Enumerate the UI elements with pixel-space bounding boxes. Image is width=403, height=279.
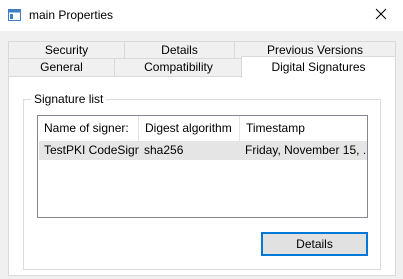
- list-item[interactable]: TestPKI CodeSign sha256 Friday, November…: [39, 141, 367, 160]
- digital-signatures-panel: Signature list Name of signer: Digest al…: [8, 76, 396, 276]
- close-icon: [375, 8, 387, 23]
- tab-label: Compatibility: [144, 60, 213, 74]
- timestamp-cell: Friday, November 15, ...: [245, 143, 367, 157]
- list-header: Name of signer: Digest algorithm Timesta…: [38, 116, 367, 141]
- tab-compatibility[interactable]: Compatibility: [114, 58, 243, 76]
- column-header-timestamp[interactable]: Timestamp: [240, 116, 367, 141]
- tab-label: Digital Signatures: [271, 60, 366, 74]
- properties-dialog: main Properties Security Details Previou…: [0, 0, 403, 279]
- details-button[interactable]: Details: [261, 232, 368, 256]
- signature-list[interactable]: Name of signer: Digest algorithm Timesta…: [37, 115, 368, 218]
- close-button[interactable]: [359, 0, 403, 31]
- digest-cell: sha256: [144, 143, 184, 157]
- tab-label: General: [40, 60, 83, 74]
- tab-details[interactable]: Details: [124, 41, 235, 59]
- tab-label: Previous Versions: [266, 43, 364, 57]
- signature-list-label: Signature list: [31, 92, 107, 106]
- title-bar[interactable]: main Properties: [0, 0, 403, 31]
- column-header-digest[interactable]: Digest algorithm: [139, 116, 240, 141]
- tab-label: Security: [44, 43, 89, 57]
- dialog-client-area: Security Details Previous Versions Gener…: [0, 31, 403, 279]
- signer-cell: TestPKI CodeSign: [44, 143, 139, 157]
- tab-general[interactable]: General: [8, 58, 115, 76]
- tab-security[interactable]: Security: [8, 41, 125, 59]
- properties-window-icon: [8, 9, 21, 21]
- column-header-signer[interactable]: Name of signer:: [38, 116, 139, 141]
- tab-digital-signatures[interactable]: Digital Signatures: [241, 56, 396, 78]
- window-title: main Properties: [29, 8, 114, 22]
- tab-label: Details: [161, 43, 198, 57]
